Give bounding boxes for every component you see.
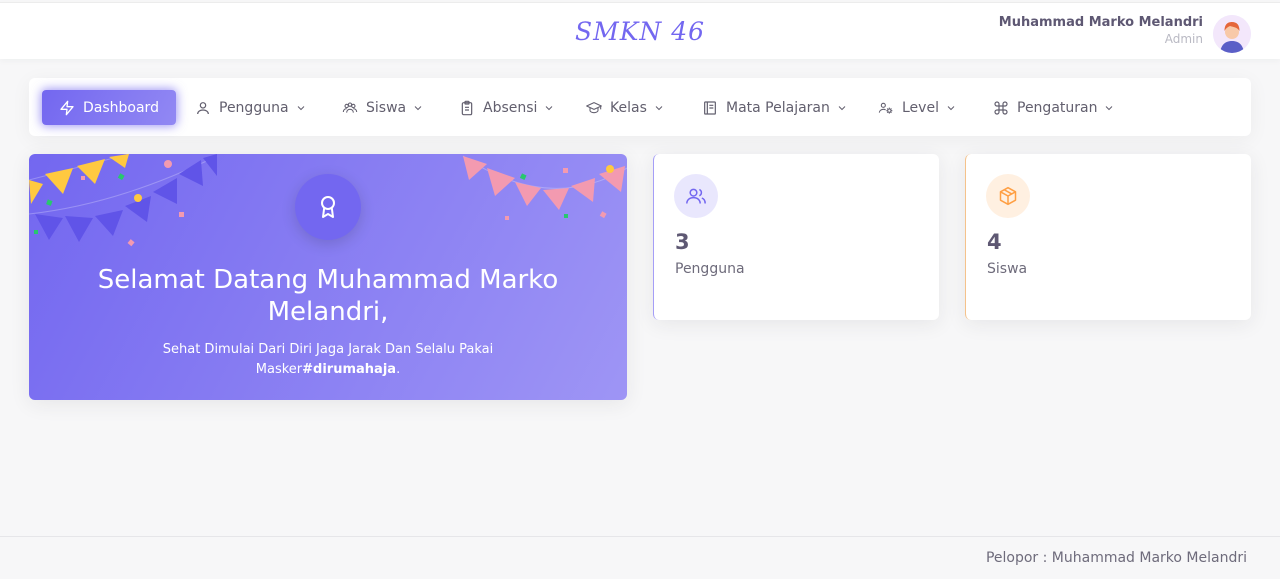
stat-card-siswa: 4 Siswa (965, 154, 1251, 320)
book-icon (704, 100, 716, 115)
chevron-down-icon (1106, 105, 1113, 110)
award-badge (295, 174, 361, 240)
stat-icon-wrapper (674, 174, 718, 218)
menu-label-pengguna: Pengguna (219, 99, 289, 116)
menu-label-absensi: Absensi (483, 99, 538, 116)
welcome-title: Selamat Datang Muhammad Marko Melandri, (97, 265, 559, 327)
top-navbar: SMKN 46 Muhammad Marko Melandri Admin (0, 2, 1280, 59)
footer: Pelopor : Muhammad Marko Melandri (0, 536, 1280, 579)
menu-item-absensi[interactable]: Absensi (459, 90, 555, 125)
welcome-card: Selamat Datang Muhammad Marko Melandri, … (29, 154, 627, 400)
menu-item-dashboard[interactable]: Dashboard (42, 90, 176, 125)
chevron-down-icon (546, 105, 553, 110)
menu-label-mata-pelajaran: Mata Pelajaran (726, 99, 830, 116)
welcome-subtitle: Sehat Dimulai Dari Diri Jaga Jarak Dan S… (139, 340, 517, 380)
chevron-down-icon (838, 105, 846, 110)
stat-card-pengguna: 3 Pengguna (653, 154, 939, 320)
users-icon (686, 188, 706, 204)
welcome-hashtag: #dirumahaja (302, 362, 397, 377)
menu-label-level: Level (902, 99, 939, 116)
menu-item-siswa[interactable]: Siswa (342, 90, 424, 125)
chevron-down-icon (947, 105, 955, 110)
menu-label-kelas: Kelas (610, 99, 647, 116)
award-icon (321, 196, 335, 218)
menu-label-pengaturan: Pengaturan (1017, 99, 1098, 116)
clipboard-icon (461, 100, 473, 115)
avatar-icon (1213, 15, 1251, 53)
stat-icon-wrapper (986, 174, 1030, 218)
users-group-icon (342, 101, 358, 113)
stat-value: 3 (675, 230, 690, 254)
welcome-subtitle-suffix: . (396, 362, 401, 377)
menu-item-kelas[interactable]: Kelas (586, 90, 665, 125)
footer-credit: Pelopor : Muhammad Marko Melandri (985, 550, 1247, 566)
stat-label: Siswa (987, 261, 1028, 277)
user-role: Admin (1164, 32, 1203, 46)
user-info[interactable]: Muhammad Marko Melandri Admin (999, 15, 1203, 46)
user-settings-icon (878, 102, 893, 114)
menu-label-siswa: Siswa (366, 99, 407, 116)
chevron-down-icon (297, 105, 304, 110)
menu-label-dashboard: Dashboard (83, 99, 159, 116)
user-name: Muhammad Marko Melandri (998, 15, 1203, 30)
graduation-cap-icon (586, 101, 602, 113)
avatar[interactable] (1213, 15, 1251, 53)
user-icon (197, 101, 209, 114)
zap-icon (60, 100, 74, 115)
menu-item-mata-pelajaran[interactable]: Mata Pelajaran (702, 90, 848, 125)
box-icon (999, 186, 1017, 206)
chevron-down-icon (655, 105, 663, 110)
menu-item-pengaturan[interactable]: Pengaturan (993, 90, 1115, 125)
chevron-down-icon (414, 105, 422, 110)
menu-item-pengguna[interactable]: Pengguna (195, 90, 307, 125)
stat-value: 4 (987, 230, 1002, 254)
stat-label: Pengguna (675, 261, 745, 277)
horizontal-menu: Dashboard Pengguna Siswa Absensi Kelas M… (29, 78, 1251, 136)
command-icon (994, 100, 1008, 115)
menu-item-level[interactable]: Level (878, 90, 957, 125)
